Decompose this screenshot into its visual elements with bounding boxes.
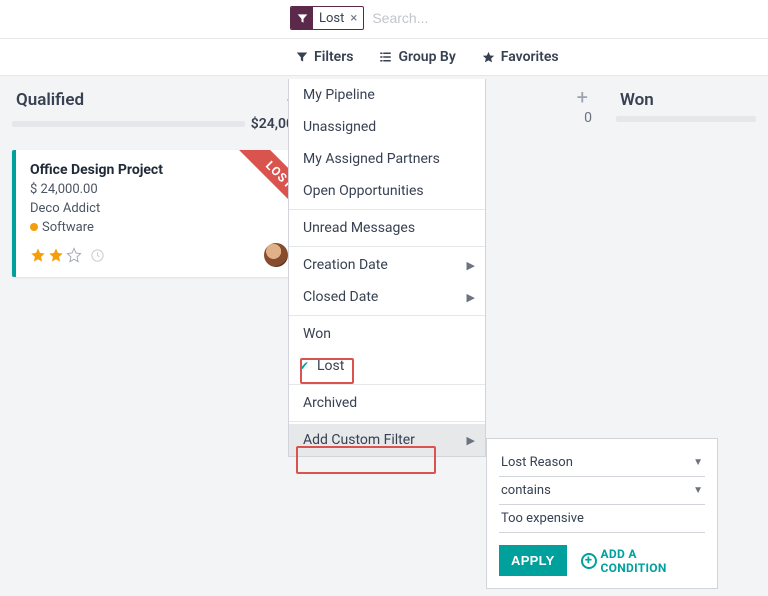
funnel-icon (291, 7, 313, 29)
plus-circle-icon: + (581, 553, 597, 569)
separator (289, 315, 485, 316)
tab-groupby-label: Group By (398, 49, 455, 65)
tab-favorites[interactable]: Favorites (482, 49, 559, 65)
kanban-column-middle: + 0 (480, 88, 592, 126)
tab-filters[interactable]: Filters (296, 49, 353, 65)
filter-open-opportunities[interactable]: Open Opportunities (289, 175, 485, 207)
filter-tabs: Filters Group By Favorites My Pipeline U… (0, 39, 768, 76)
active-filter-chip[interactable]: Lost × (290, 6, 364, 30)
filter-archived[interactable]: Archived (289, 387, 485, 419)
column-amount: 0 (584, 110, 592, 126)
caret-down-icon: ▼ (693, 457, 703, 468)
search-input[interactable] (372, 10, 572, 26)
column-progress-bar (12, 121, 245, 127)
caret-down-icon: ▼ (693, 485, 703, 496)
filter-unread-messages[interactable]: Unread Messages (289, 212, 485, 244)
filter-unassigned[interactable]: Unassigned (289, 111, 485, 143)
separator (289, 246, 485, 247)
add-condition-button[interactable]: + ADD A CONDITION (581, 547, 705, 575)
remove-filter-icon[interactable]: × (350, 11, 363, 26)
column-title: Won (620, 90, 654, 110)
active-filter-label: Lost (313, 9, 350, 28)
search-bar: Lost × (0, 0, 768, 39)
priority-stars[interactable] (30, 247, 105, 263)
card-amount: $ 24,000.00 (30, 182, 288, 197)
tab-groupby[interactable]: Group By (379, 49, 455, 65)
salesperson-avatar[interactable] (264, 243, 288, 267)
filter-creation-date[interactable]: Creation Date▶ (289, 249, 485, 281)
tab-favorites-label: Favorites (501, 49, 559, 65)
card-tag: Software (30, 220, 288, 235)
filter-closed-date[interactable]: Closed Date▶ (289, 281, 485, 313)
filters-dropdown: My Pipeline Unassigned My Assigned Partn… (288, 79, 486, 457)
apply-button[interactable]: APPLY (499, 545, 567, 576)
add-card-button[interactable]: + (577, 90, 588, 104)
separator (289, 421, 485, 422)
card-title: Office Design Project (30, 162, 288, 178)
filter-won[interactable]: Won (289, 318, 485, 350)
chevron-right-icon: ▶ (467, 291, 475, 304)
filter-add-custom[interactable]: Add Custom Filter▶ (289, 424, 485, 456)
filter-my-assigned-partners[interactable]: My Assigned Partners (289, 143, 485, 175)
custom-filter-operator[interactable]: contains ▼ (499, 477, 705, 505)
kanban-column-qualified: Qualified + $24,000 LOST Office Design P… (12, 88, 302, 277)
column-progress-bar (616, 116, 756, 122)
chevron-right-icon: ▶ (467, 434, 475, 447)
filter-lost[interactable]: ✔Lost (289, 350, 485, 382)
kanban-column-won: Won (616, 88, 756, 122)
custom-filter-field[interactable]: Lost Reason ▼ (499, 449, 705, 477)
opportunity-card[interactable]: LOST Office Design Project $ 24,000.00 D… (12, 150, 302, 277)
filter-my-pipeline[interactable]: My Pipeline (289, 79, 485, 111)
tab-filters-label: Filters (314, 49, 353, 65)
column-title: Qualified (16, 90, 84, 110)
tag-dot-icon (30, 223, 38, 231)
custom-filter-value[interactable]: Too expensive (499, 505, 705, 533)
custom-filter-panel: Lost Reason ▼ contains ▼ Too expensive A… (486, 438, 718, 589)
chevron-right-icon: ▶ (467, 259, 475, 272)
clock-icon[interactable] (90, 248, 105, 263)
check-icon: ✔ (299, 359, 309, 373)
separator (289, 384, 485, 385)
card-company: Deco Addict (30, 201, 288, 216)
separator (289, 209, 485, 210)
